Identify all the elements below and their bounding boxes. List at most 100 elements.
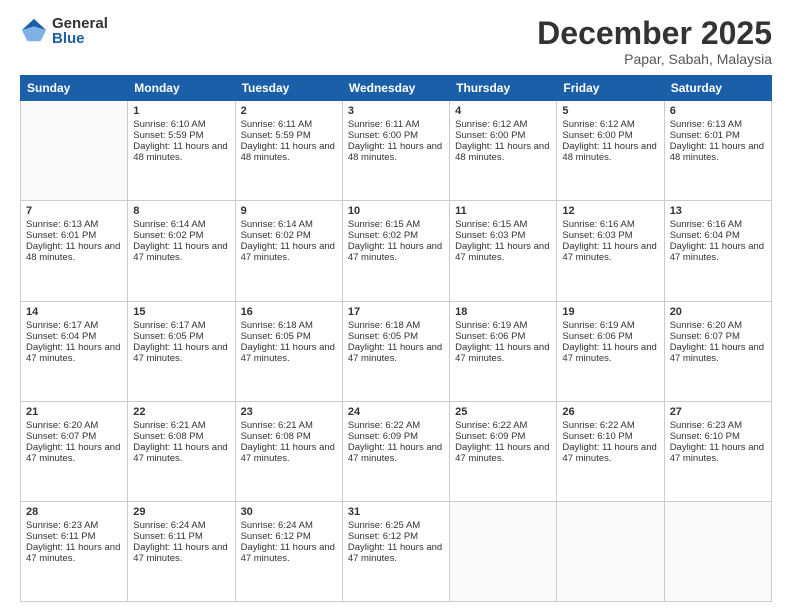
- day-number: 14: [26, 306, 122, 318]
- daylight-text: Daylight: 11 hours and 47 minutes.: [455, 241, 551, 263]
- daylight-text: Daylight: 11 hours and 48 minutes.: [670, 141, 766, 163]
- daylight-text: Daylight: 11 hours and 47 minutes.: [670, 342, 766, 364]
- daylight-text: Daylight: 11 hours and 47 minutes.: [348, 542, 444, 564]
- day-number: 20: [670, 306, 766, 318]
- daylight-text: Daylight: 11 hours and 47 minutes.: [241, 241, 337, 263]
- calendar-cell: 6Sunrise: 6:13 AMSunset: 6:01 PMDaylight…: [664, 101, 771, 201]
- day-number: 27: [670, 406, 766, 418]
- day-number: 28: [26, 506, 122, 518]
- calendar-cell: 21Sunrise: 6:20 AMSunset: 6:07 PMDayligh…: [21, 401, 128, 501]
- daylight-text: Daylight: 11 hours and 47 minutes.: [348, 342, 444, 364]
- sunset-text: Sunset: 6:05 PM: [241, 331, 337, 342]
- calendar-cell: 7Sunrise: 6:13 AMSunset: 6:01 PMDaylight…: [21, 201, 128, 301]
- sunset-text: Sunset: 6:04 PM: [26, 331, 122, 342]
- calendar-cell: 18Sunrise: 6:19 AMSunset: 6:06 PMDayligh…: [450, 301, 557, 401]
- calendar-cell: 14Sunrise: 6:17 AMSunset: 6:04 PMDayligh…: [21, 301, 128, 401]
- sunset-text: Sunset: 6:08 PM: [133, 431, 229, 442]
- calendar-cell: 5Sunrise: 6:12 AMSunset: 6:00 PMDaylight…: [557, 101, 664, 201]
- sunrise-text: Sunrise: 6:13 AM: [670, 119, 766, 130]
- sunrise-text: Sunrise: 6:16 AM: [670, 219, 766, 230]
- day-number: 17: [348, 306, 444, 318]
- day-number: 2: [241, 105, 337, 117]
- col-header-tuesday: Tuesday: [235, 76, 342, 101]
- calendar-cell: 27Sunrise: 6:23 AMSunset: 6:10 PMDayligh…: [664, 401, 771, 501]
- daylight-text: Daylight: 11 hours and 47 minutes.: [562, 342, 658, 364]
- sunset-text: Sunset: 6:10 PM: [562, 431, 658, 442]
- sunset-text: Sunset: 6:05 PM: [133, 331, 229, 342]
- sunset-text: Sunset: 6:00 PM: [562, 130, 658, 141]
- col-header-monday: Monday: [128, 76, 235, 101]
- day-number: 18: [455, 306, 551, 318]
- col-header-wednesday: Wednesday: [342, 76, 449, 101]
- sunset-text: Sunset: 6:08 PM: [241, 431, 337, 442]
- daylight-text: Daylight: 11 hours and 47 minutes.: [562, 442, 658, 464]
- sunset-text: Sunset: 6:02 PM: [348, 230, 444, 241]
- day-number: 8: [133, 205, 229, 217]
- day-number: 21: [26, 406, 122, 418]
- day-number: 23: [241, 406, 337, 418]
- calendar-week-5: 28Sunrise: 6:23 AMSunset: 6:11 PMDayligh…: [21, 501, 772, 601]
- daylight-text: Daylight: 11 hours and 47 minutes.: [133, 542, 229, 564]
- daylight-text: Daylight: 11 hours and 48 minutes.: [26, 241, 122, 263]
- calendar-cell: 1Sunrise: 6:10 AMSunset: 5:59 PMDaylight…: [128, 101, 235, 201]
- sunset-text: Sunset: 6:12 PM: [348, 531, 444, 542]
- sunrise-text: Sunrise: 6:23 AM: [26, 520, 122, 531]
- sunrise-text: Sunrise: 6:22 AM: [562, 420, 658, 431]
- sunset-text: Sunset: 6:12 PM: [241, 531, 337, 542]
- calendar-week-1: 1Sunrise: 6:10 AMSunset: 5:59 PMDaylight…: [21, 101, 772, 201]
- calendar-cell: 11Sunrise: 6:15 AMSunset: 6:03 PMDayligh…: [450, 201, 557, 301]
- calendar-cell: 3Sunrise: 6:11 AMSunset: 6:00 PMDaylight…: [342, 101, 449, 201]
- daylight-text: Daylight: 11 hours and 47 minutes.: [133, 342, 229, 364]
- sunrise-text: Sunrise: 6:17 AM: [133, 320, 229, 331]
- daylight-text: Daylight: 11 hours and 47 minutes.: [348, 241, 444, 263]
- sunset-text: Sunset: 6:09 PM: [348, 431, 444, 442]
- daylight-text: Daylight: 11 hours and 47 minutes.: [670, 241, 766, 263]
- daylight-text: Daylight: 11 hours and 47 minutes.: [562, 241, 658, 263]
- day-number: 9: [241, 205, 337, 217]
- sunrise-text: Sunrise: 6:14 AM: [241, 219, 337, 230]
- calendar-cell: [450, 501, 557, 601]
- sunset-text: Sunset: 6:01 PM: [670, 130, 766, 141]
- day-number: 25: [455, 406, 551, 418]
- calendar-cell: 29Sunrise: 6:24 AMSunset: 6:11 PMDayligh…: [128, 501, 235, 601]
- sunset-text: Sunset: 6:10 PM: [670, 431, 766, 442]
- sunset-text: Sunset: 6:04 PM: [670, 230, 766, 241]
- calendar-cell: 15Sunrise: 6:17 AMSunset: 6:05 PMDayligh…: [128, 301, 235, 401]
- calendar-header-row: SundayMondayTuesdayWednesdayThursdayFrid…: [21, 76, 772, 101]
- sunrise-text: Sunrise: 6:11 AM: [348, 119, 444, 130]
- day-number: 1: [133, 105, 229, 117]
- sunset-text: Sunset: 6:09 PM: [455, 431, 551, 442]
- calendar-cell: 16Sunrise: 6:18 AMSunset: 6:05 PMDayligh…: [235, 301, 342, 401]
- calendar-cell: 31Sunrise: 6:25 AMSunset: 6:12 PMDayligh…: [342, 501, 449, 601]
- sunset-text: Sunset: 6:06 PM: [455, 331, 551, 342]
- day-number: 24: [348, 406, 444, 418]
- header: General Blue December 2025 Papar, Sabah,…: [20, 16, 772, 67]
- calendar-cell: 2Sunrise: 6:11 AMSunset: 5:59 PMDaylight…: [235, 101, 342, 201]
- logo-blue: Blue: [52, 31, 108, 46]
- day-number: 26: [562, 406, 658, 418]
- sunset-text: Sunset: 5:59 PM: [241, 130, 337, 141]
- daylight-text: Daylight: 11 hours and 47 minutes.: [133, 442, 229, 464]
- calendar-cell: 8Sunrise: 6:14 AMSunset: 6:02 PMDaylight…: [128, 201, 235, 301]
- day-number: 29: [133, 506, 229, 518]
- sunrise-text: Sunrise: 6:13 AM: [26, 219, 122, 230]
- sunrise-text: Sunrise: 6:24 AM: [241, 520, 337, 531]
- calendar-cell: 20Sunrise: 6:20 AMSunset: 6:07 PMDayligh…: [664, 301, 771, 401]
- sunrise-text: Sunrise: 6:14 AM: [133, 219, 229, 230]
- sunrise-text: Sunrise: 6:20 AM: [26, 420, 122, 431]
- sunset-text: Sunset: 6:00 PM: [455, 130, 551, 141]
- calendar-cell: 4Sunrise: 6:12 AMSunset: 6:00 PMDaylight…: [450, 101, 557, 201]
- logo-general: General: [52, 16, 108, 31]
- calendar-table: SundayMondayTuesdayWednesdayThursdayFrid…: [20, 75, 772, 602]
- sunrise-text: Sunrise: 6:21 AM: [133, 420, 229, 431]
- day-number: 13: [670, 205, 766, 217]
- day-number: 7: [26, 205, 122, 217]
- sunset-text: Sunset: 6:02 PM: [133, 230, 229, 241]
- sunrise-text: Sunrise: 6:12 AM: [562, 119, 658, 130]
- sunrise-text: Sunrise: 6:22 AM: [348, 420, 444, 431]
- page: General Blue December 2025 Papar, Sabah,…: [0, 0, 792, 612]
- daylight-text: Daylight: 11 hours and 47 minutes.: [26, 442, 122, 464]
- calendar-cell: 10Sunrise: 6:15 AMSunset: 6:02 PMDayligh…: [342, 201, 449, 301]
- sunrise-text: Sunrise: 6:17 AM: [26, 320, 122, 331]
- calendar-cell: [664, 501, 771, 601]
